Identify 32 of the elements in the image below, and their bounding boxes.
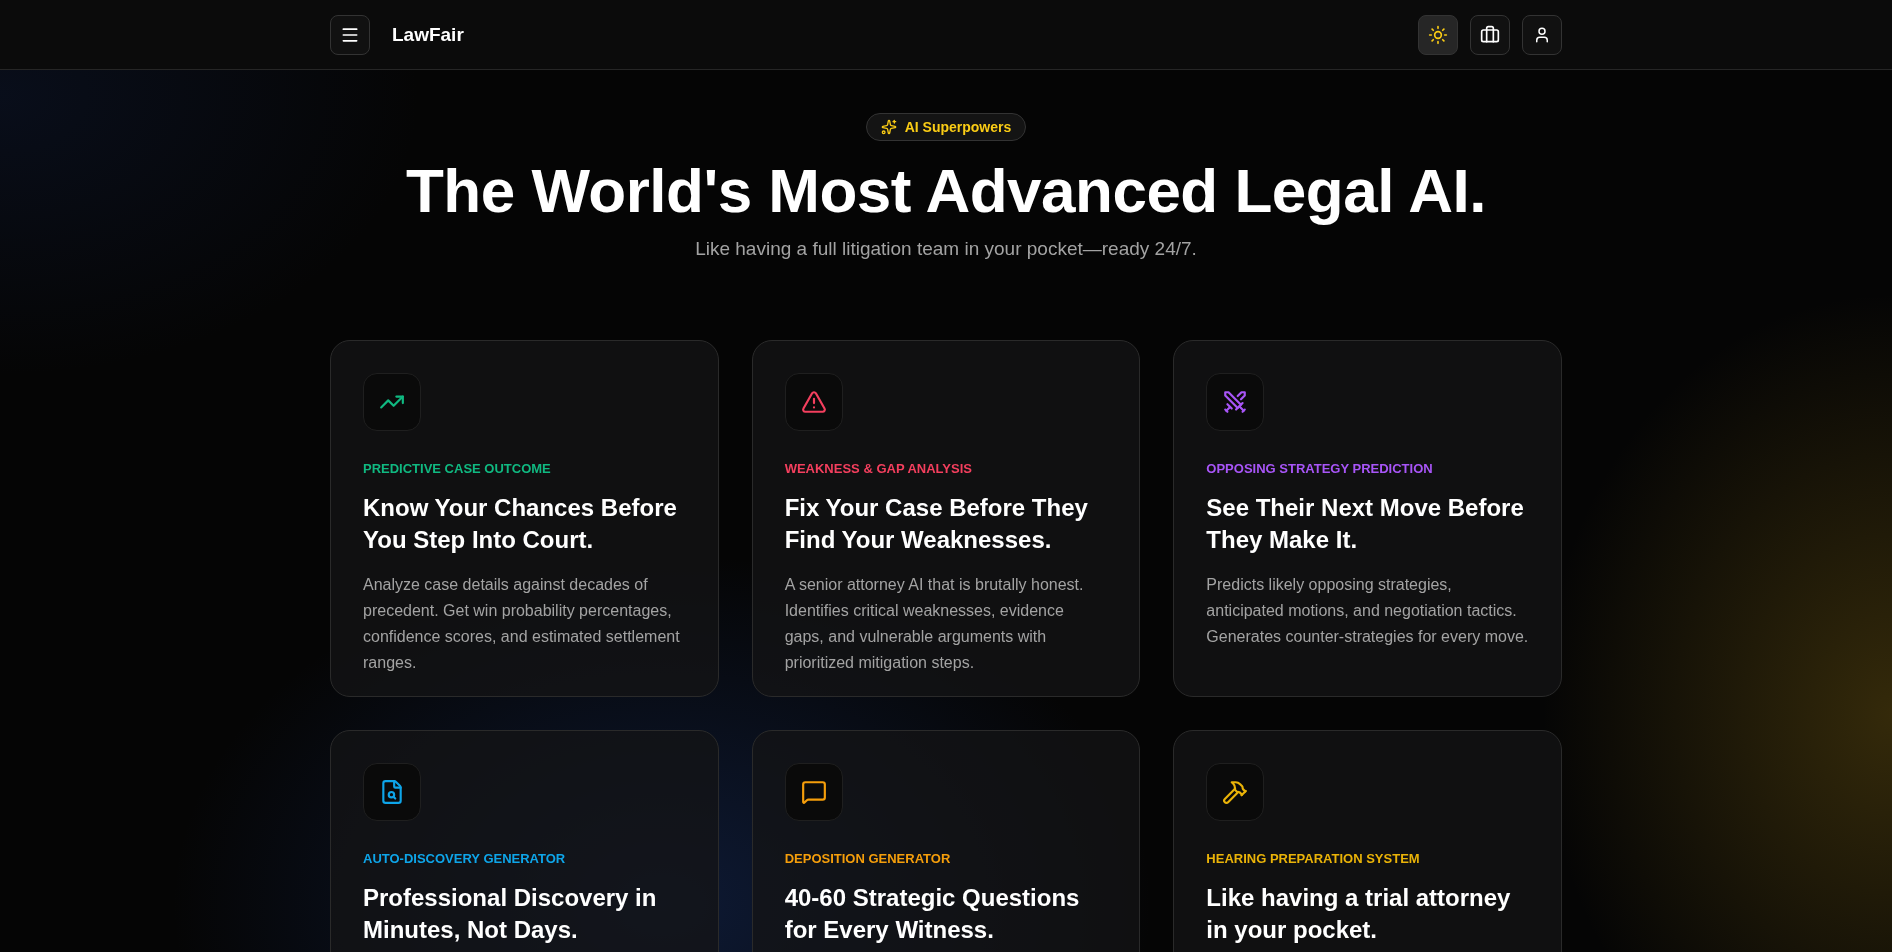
feature-category: WEAKNESS & GAP ANALYSIS bbox=[784, 461, 973, 476]
briefcase-button[interactable] bbox=[1470, 14, 1510, 55]
sun-icon bbox=[1428, 24, 1448, 45]
speech-bubble-icon bbox=[800, 779, 827, 805]
file-search-icon bbox=[379, 779, 405, 805]
feature-heading: Fix Your Case Before They Find Your Weaknesses. bbox=[784, 493, 1089, 555]
briefcase-icon bbox=[1480, 24, 1500, 45]
warning-icon bbox=[800, 389, 827, 415]
menu-button[interactable] bbox=[330, 14, 370, 55]
feature-category: OPPOSING STRATEGY PREDICTION bbox=[1206, 461, 1434, 476]
feature-heading: 40-60 Strategic Questions for Every Witness. bbox=[784, 883, 1081, 945]
feature-category: AUTO-DISCOVERY GENERATOR bbox=[363, 851, 567, 866]
feature-description: Predicts likely opposing strategies, anticipated motions, and negotiation tactics. Generates counter-strategies for every move. bbox=[1206, 575, 1529, 647]
feature-description: Analyze case details against decades of precedent. Get win probability percentages, confidence scores, and estimated settlement ranges. bbox=[363, 575, 681, 673]
person-icon bbox=[1533, 25, 1551, 44]
feature-heading: See Their Next Move Before They Make It. bbox=[1206, 493, 1525, 555]
feature-category: HEARING PREPARATION SYSTEM bbox=[1206, 851, 1421, 866]
hero-title: The World's Most Advanced Legal AI. bbox=[405, 155, 1487, 226]
feature-description: A senior attorney AI that is brutally honest. Identifies critical weaknesses, evidence gaps, and vulnerable arguments with prioritized mitigation steps. bbox=[784, 575, 1085, 673]
feature-heading: Know Your Chances Before You Step Into Court. bbox=[363, 493, 678, 555]
hero-subtitle: Like having a full litigation team in your pocket—ready 24/7. bbox=[695, 238, 1197, 260]
feature-heading: Like having a trial attorney in your pocket. bbox=[1206, 883, 1512, 945]
badge-label: AI Superpowers bbox=[904, 119, 1012, 135]
feature-heading: Professional Discovery in Minutes, Not Days. bbox=[363, 883, 658, 945]
brand-name: LawFair bbox=[392, 23, 464, 46]
theme-toggle-button[interactable] bbox=[1418, 14, 1458, 55]
sparkles-icon bbox=[880, 119, 897, 135]
crossed-swords-icon bbox=[1222, 389, 1249, 415]
gavel-icon bbox=[1222, 779, 1249, 805]
feature-category: DEPOSITION GENERATOR bbox=[784, 851, 952, 866]
profile-button[interactable] bbox=[1522, 14, 1562, 55]
feature-category: PREDICTIVE CASE OUTCOME bbox=[363, 461, 552, 476]
